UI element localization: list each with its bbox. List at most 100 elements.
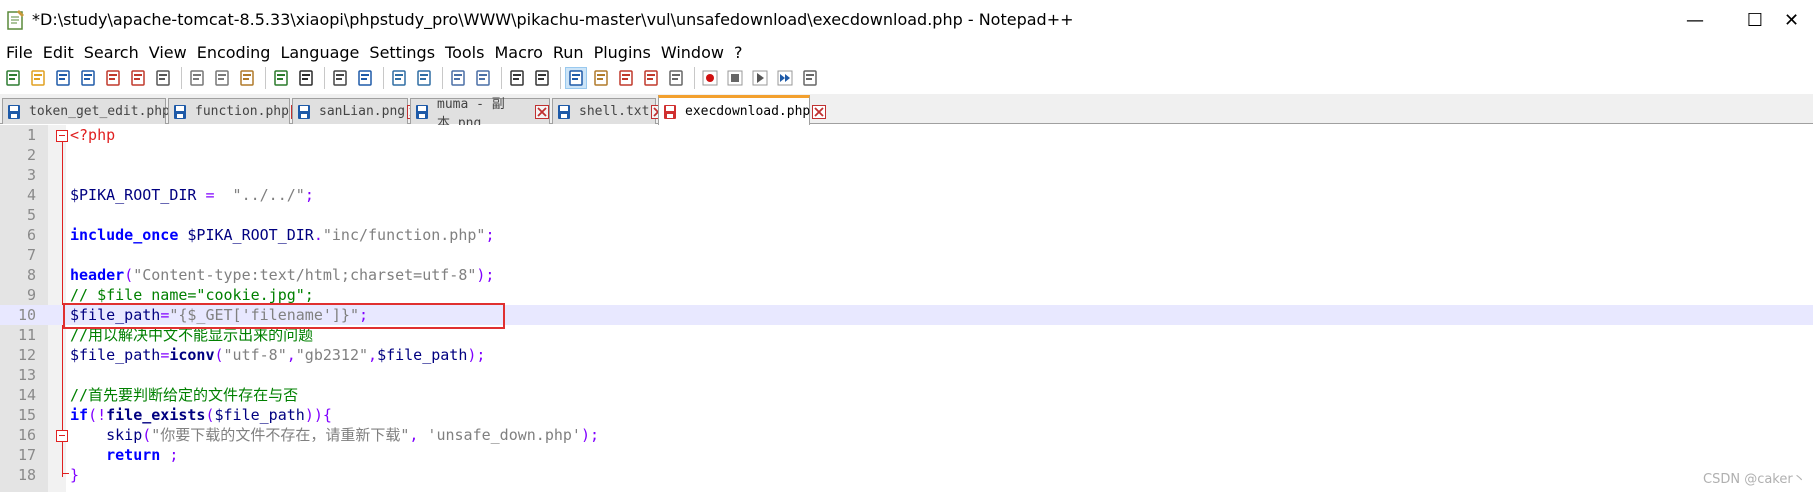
code-line[interactable]: 3 (0, 165, 1813, 185)
menu-file[interactable]: File (4, 43, 41, 62)
run-macro-multiple-button[interactable] (774, 67, 796, 89)
close-window-button[interactable]: ✕ (1770, 0, 1813, 40)
code-line[interactable]: 5 (0, 205, 1813, 225)
code-line[interactable]: 8 header("Content-type:text/html;charset=… (0, 265, 1813, 285)
menu-plugins[interactable]: Plugins (592, 43, 659, 62)
zoom-out-button[interactable] (413, 67, 435, 89)
code-line[interactable]: 16 skip("你要下载的文件不存在，请重新下载", 'unsafe_down… (0, 425, 1813, 445)
menu-macro[interactable]: Macro (492, 43, 550, 62)
menu-window[interactable]: Window (659, 43, 732, 62)
function-list-icon (619, 70, 633, 86)
menu-search[interactable]: Search (82, 43, 147, 62)
code-line[interactable]: 14 //首先要判断给定的文件存在与否 (0, 385, 1813, 405)
open-file-button[interactable] (27, 67, 49, 89)
code-line[interactable]: 6 include_once $PIKA_ROOT_DIR."inc/functi… (0, 225, 1813, 245)
tab-shell-txt[interactable]: shell.txt (552, 98, 666, 124)
menu-view[interactable]: View (147, 43, 195, 62)
record-macro-button[interactable] (699, 67, 721, 89)
save-button[interactable] (52, 67, 74, 89)
tab-muma-png[interactable]: muma - 副本.png (410, 97, 550, 131)
replace-button[interactable] (354, 67, 376, 89)
menu-help[interactable]: ? (732, 43, 751, 62)
toolbar-separator (383, 67, 384, 89)
tab-bar: token_get_edit.php function.php sanLian.pn… (0, 94, 1813, 131)
find-button[interactable] (329, 67, 351, 89)
code-token: ; (485, 226, 495, 244)
close-button[interactable] (102, 67, 124, 89)
show-all-chars-button[interactable] (531, 67, 553, 89)
editor[interactable]: 1 <?php 2 3 4 $PIKA_ROOT_DIR = "../../"; 5 6 inc… (0, 125, 1813, 492)
save-all-button[interactable] (77, 67, 99, 89)
indent-guide-button[interactable] (565, 67, 587, 89)
code-token: , (368, 346, 378, 364)
menu-language[interactable]: Language (278, 43, 367, 62)
new-file-button[interactable] (2, 67, 24, 89)
toolbar-separator (324, 67, 325, 89)
save-macro-button[interactable] (799, 67, 821, 89)
menu-tools[interactable]: Tools (443, 43, 492, 62)
code-token: include_once (70, 226, 179, 244)
menu-settings[interactable]: Settings (367, 43, 443, 62)
code-line[interactable]: 12 $file_path=iconv("utf-8","gb2312",$fil… (0, 345, 1813, 365)
tab-execdownload-php[interactable]: execdownload.php (658, 95, 827, 125)
toolbar-separator (560, 67, 561, 89)
close-all-button[interactable] (127, 67, 149, 89)
stop-record-button[interactable] (724, 67, 746, 89)
maximize-icon: ☐ (1746, 9, 1764, 31)
cut-button[interactable] (186, 67, 208, 89)
code-line[interactable]: 4 $PIKA_ROOT_DIR = "../../"; (0, 185, 1813, 205)
copy-button[interactable] (211, 67, 233, 89)
code-line[interactable]: 13 (0, 365, 1813, 385)
code-line[interactable]: 9 // $file_name="cookie.jpg"; (0, 285, 1813, 305)
line-number: 9 (26, 286, 36, 304)
code-line[interactable]: 1 <?php (0, 125, 1813, 145)
save-macro-icon (803, 70, 817, 86)
menu-edit[interactable]: Edit (41, 43, 82, 62)
run-macro-multiple-icon (777, 70, 793, 86)
menu-run[interactable]: Run (551, 43, 592, 62)
undo-icon (274, 70, 288, 86)
find-icon (333, 70, 347, 86)
code-line[interactable]: 15 if(!file_exists($file_path)){ (0, 405, 1813, 425)
monitoring-button[interactable] (665, 67, 687, 89)
code-token: $PIKA_ROOT_DIR (178, 226, 314, 244)
toolbar-separator (694, 67, 695, 89)
word-wrap-button[interactable] (506, 67, 528, 89)
line-number: 11 (17, 326, 36, 344)
title-bar: *D:\study\apache-tomcat-8.5.33\xiaopi\ph… (0, 0, 1813, 40)
sync-horizontal-button[interactable] (472, 67, 494, 89)
code-token: file_exists (106, 406, 206, 424)
menu-encoding[interactable]: Encoding (195, 43, 279, 62)
play-macro-button[interactable] (749, 67, 771, 89)
code-line[interactable]: 18} (0, 465, 1813, 485)
indent-guide-icon (569, 70, 583, 86)
tab-sanlian-png[interactable]: sanLian.png (292, 98, 422, 124)
code-line[interactable]: 2 (0, 145, 1813, 165)
code-token: )){ (304, 406, 332, 424)
tab-token-get-edit-php[interactable]: token_get_edit.php (2, 98, 186, 124)
print-button[interactable] (152, 67, 174, 89)
line-code: //首先要判断给定的文件存在与否 (70, 385, 298, 405)
saved-file-icon (174, 104, 186, 119)
toolbar-separator (181, 67, 182, 89)
sync-vertical-button[interactable] (447, 67, 469, 89)
doc-map-button[interactable] (590, 67, 612, 89)
code-token: skip (70, 426, 143, 444)
paste-button[interactable] (236, 67, 258, 89)
folder-workspace-button[interactable] (640, 67, 662, 89)
undo-button[interactable] (270, 67, 292, 89)
close-tab-icon[interactable] (812, 104, 827, 119)
menu-bar: File Edit Search View Encoding Language Settin… (0, 40, 1813, 64)
save-all-icon (81, 70, 95, 86)
code-token: $file_path (377, 346, 468, 364)
code-line[interactable]: 17 return ; (0, 445, 1813, 465)
tab-function-php[interactable]: function.php (168, 98, 305, 124)
code-token: $file_path (70, 346, 161, 364)
close-tab-icon[interactable] (535, 104, 549, 119)
redo-button[interactable] (295, 67, 317, 89)
code-token: ( (124, 266, 134, 284)
function-list-button[interactable] (615, 67, 637, 89)
code-line[interactable]: 7 (0, 245, 1813, 265)
zoom-in-button[interactable] (388, 67, 410, 89)
line-code: $file_path=iconv("utf-8","gb2312",$file_… (70, 345, 485, 365)
